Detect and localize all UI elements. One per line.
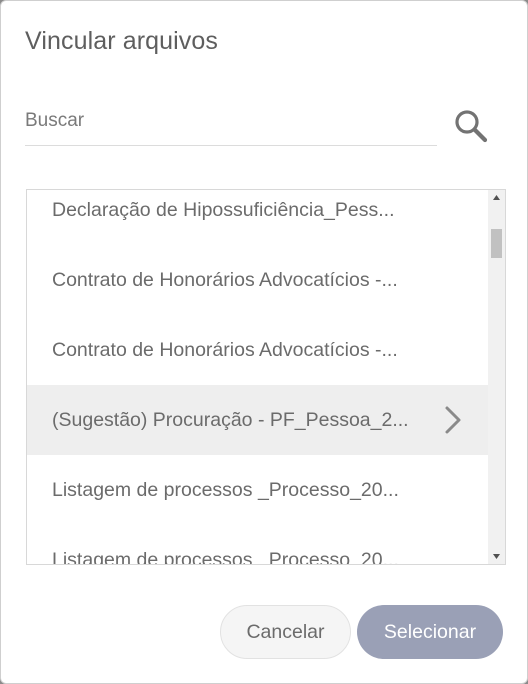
link-files-dialog: Vincular arquivos Declaração de Hipossuf… [0,0,528,684]
list-item-label: Contrato de Honorários Advocatícios -... [52,338,398,361]
dialog-title: Vincular arquivos [25,27,219,55]
list-item-label: (Sugestão) Procuração - PF_Pessoa_2... [52,408,409,431]
cancel-button[interactable]: Cancelar [220,605,351,659]
list-item-label: Declaração de Hipossuficiência_Pess... [52,198,395,221]
list-item-label: Listagem de processos _Processo_20... [52,478,399,501]
search-icon[interactable] [451,106,491,146]
list-item-label: Listagem de processos _Processo_20... [52,548,399,565]
scroll-down-arrow-icon[interactable] [488,547,505,564]
search-field [25,97,437,146]
list-item[interactable]: Contrato de Honorários Advocatícios -... [27,315,490,385]
list-item-selected[interactable]: (Sugestão) Procuração - PF_Pessoa_2... [27,385,490,455]
select-button[interactable]: Selecionar [357,605,503,659]
list-item[interactable]: Listagem de processos _Processo_20... [27,525,490,565]
list-scrollbar[interactable] [488,190,505,564]
list-item[interactable]: Contrato de Honorários Advocatícios -... [27,245,490,315]
list-item-label: Contrato de Honorários Advocatícios -... [52,268,398,291]
file-list: Declaração de Hipossuficiência_Pess... C… [26,189,506,565]
list-item[interactable]: Listagem de processos _Processo_20... [27,455,490,525]
chevron-right-icon[interactable] [441,405,465,435]
search-input[interactable] [25,97,437,145]
scroll-thumb[interactable] [491,229,502,258]
scroll-up-arrow-icon[interactable] [488,190,505,207]
list-item[interactable]: Declaração de Hipossuficiência_Pess... [27,190,490,245]
